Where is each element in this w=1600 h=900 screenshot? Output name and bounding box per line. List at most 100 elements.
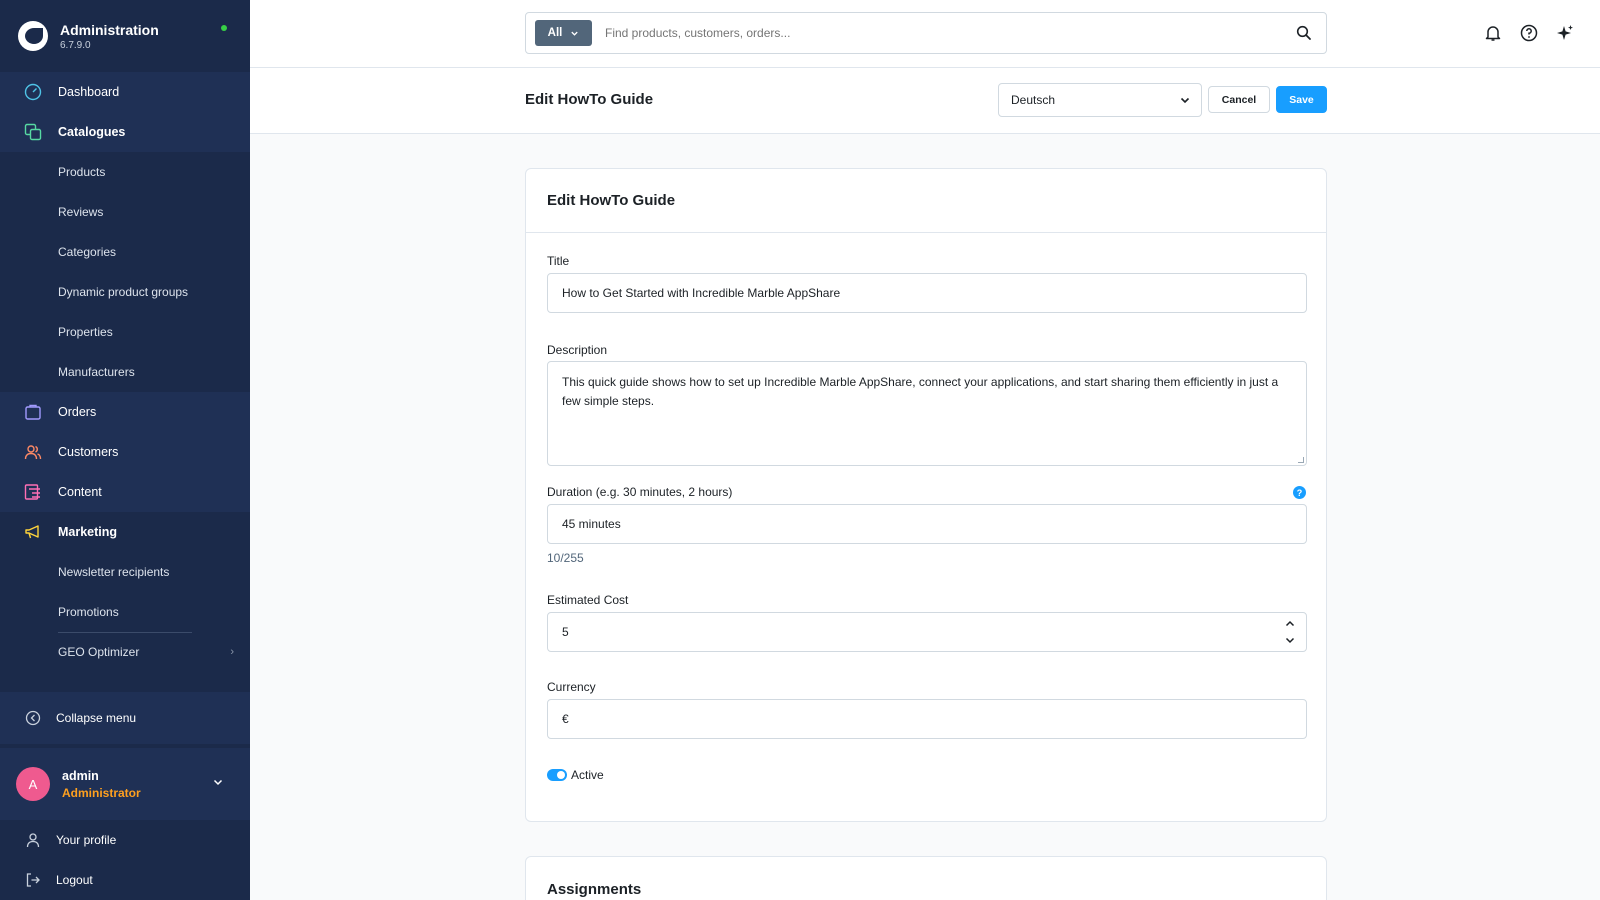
card-title: Edit HowTo Guide — [526, 169, 1326, 233]
sidebar-item-customers[interactable]: Customers — [0, 432, 250, 472]
avatar: A — [16, 767, 50, 801]
chevron-down-icon — [212, 776, 224, 791]
user-role: Administrator — [62, 785, 141, 800]
content-icon — [24, 483, 42, 501]
assignments-card: Assignments — [525, 856, 1327, 900]
sparkles-icon[interactable] — [1556, 24, 1574, 45]
sidebar-item-orders[interactable]: Orders — [0, 392, 250, 432]
top-icons — [1484, 24, 1574, 45]
brand: Administration 6.7.9.0 — [0, 0, 250, 72]
help-tooltip-icon[interactable]: ? — [1293, 486, 1306, 499]
sidebar-item-label: Promotions — [58, 605, 119, 619]
global-search: All — [525, 12, 1327, 54]
divider — [58, 632, 192, 633]
sidebar-item-products[interactable]: Products — [0, 152, 250, 192]
your-profile-label: Your profile — [56, 833, 117, 847]
logout-icon — [24, 871, 42, 889]
currency-label: Currency — [547, 680, 596, 694]
edit-howto-card: Edit HowTo Guide Title How to Get Starte… — [525, 168, 1327, 822]
search-input[interactable] — [605, 26, 1255, 40]
active-toggle[interactable] — [547, 769, 567, 781]
estimated-cost-label: Estimated Cost — [547, 593, 629, 607]
description-text: This quick guide shows how to set up Inc… — [562, 375, 1279, 408]
sidebar-item-catalogues[interactable]: Catalogues — [0, 112, 250, 152]
chevron-down-icon[interactable] — [1284, 634, 1296, 646]
sidebar-item-label: Catalogues — [58, 125, 126, 139]
assignments-title: Assignments — [547, 881, 642, 898]
user-icon — [24, 831, 42, 849]
description-field[interactable]: This quick guide shows how to set up Inc… — [547, 361, 1307, 466]
sidebar-item-marketing[interactable]: Marketing — [0, 512, 250, 552]
number-stepper — [1284, 618, 1296, 646]
page-header: Edit HowTo Guide Deutsch Cancel Save — [250, 68, 1600, 134]
character-counter: 10/255 — [547, 551, 584, 565]
user-menu[interactable]: A admin Administrator — [0, 748, 250, 820]
language-select-value: Deutsch — [1011, 93, 1056, 107]
active-toggle-row: Active — [547, 768, 604, 782]
sidebar-item-label: Reviews — [58, 205, 104, 219]
chevron-up-icon[interactable] — [1284, 618, 1296, 630]
sidebar-item-categories[interactable]: Categories — [0, 232, 250, 272]
sidebar-item-manufacturers[interactable]: Manufacturers — [0, 352, 250, 392]
bell-icon[interactable] — [1484, 24, 1502, 45]
search-type-label: All — [547, 27, 563, 39]
user-name: admin — [62, 768, 99, 783]
chevron-left-circle-icon — [24, 709, 42, 727]
sidebar-item-label: GEO Optimizer — [58, 645, 140, 659]
shopping-bag-icon — [24, 403, 42, 421]
megaphone-icon — [24, 523, 42, 541]
chevron-down-icon — [1179, 94, 1191, 109]
sidebar-item-label: Manufacturers — [58, 365, 135, 379]
estimated-cost-value: 5 — [562, 625, 569, 639]
sidebar-item-geo-optimizer[interactable]: GEO Optimizer › — [0, 632, 250, 672]
chevron-right-icon: › — [230, 646, 234, 658]
estimated-cost-field[interactable]: 5 — [547, 612, 1307, 652]
sidebar-item-content[interactable]: Content — [0, 472, 250, 512]
collapse-menu-button[interactable]: Collapse menu — [0, 692, 250, 744]
save-button[interactable]: Save — [1276, 86, 1327, 113]
sidebar-item-label: Newsletter recipients — [58, 565, 170, 579]
app-version: 6.7.9.0 — [60, 39, 91, 51]
sidebar-item-newsletter-recipients[interactable]: Newsletter recipients — [0, 552, 250, 592]
title-field[interactable]: How to Get Started with Incredible Marbl… — [547, 273, 1307, 313]
sidebar-item-label: Properties — [58, 325, 113, 339]
sidebar: Administration 6.7.9.0 Dashboard Catalog… — [0, 0, 250, 900]
title-label: Title — [547, 254, 570, 268]
duration-label: Duration (e.g. 30 minutes, 2 hours) — [547, 485, 733, 499]
help-icon[interactable] — [1520, 24, 1538, 45]
language-select[interactable]: Deutsch — [998, 83, 1202, 117]
sidebar-item-properties[interactable]: Properties — [0, 312, 250, 352]
sidebar-item-label: Products — [58, 165, 106, 179]
search-icon[interactable] — [1296, 25, 1312, 44]
sidebar-item-label: Customers — [58, 445, 119, 459]
sidebar-item-label: Marketing — [58, 525, 118, 539]
sidebar-item-label: Categories — [58, 245, 117, 259]
sidebar-item-label: Content — [58, 485, 102, 499]
duration-field[interactable]: 45 minutes — [547, 504, 1307, 544]
sidebar-item-label: Dynamic product groups — [58, 285, 189, 299]
logout-label: Logout — [56, 873, 93, 887]
sidebar-item-dashboard[interactable]: Dashboard — [0, 72, 250, 112]
status-dot-icon — [221, 25, 227, 31]
cancel-button[interactable]: Cancel — [1208, 86, 1270, 113]
top-bar: All — [250, 0, 1600, 68]
logout-link[interactable]: Logout — [0, 860, 250, 900]
sidebar-item-reviews[interactable]: Reviews — [0, 192, 250, 232]
resize-handle-icon[interactable] — [1298, 457, 1304, 463]
sidebar-item-label: Orders — [58, 405, 97, 419]
chevron-down-icon — [571, 31, 579, 36]
sidebar-item-dynamic-product-groups[interactable]: Dynamic product groups — [0, 272, 250, 312]
catalogue-icon — [24, 123, 42, 141]
search-type-dropdown[interactable]: All — [535, 20, 592, 46]
sidebar-item-label: Dashboard — [58, 85, 120, 99]
active-label: Active — [571, 768, 604, 782]
your-profile-link[interactable]: Your profile — [0, 820, 250, 860]
users-icon — [24, 443, 42, 461]
currency-field[interactable]: € — [547, 699, 1307, 739]
page-title: Edit HowTo Guide — [525, 91, 654, 108]
app-title: Administration — [60, 21, 159, 38]
sidebar-item-promotions[interactable]: Promotions — [0, 592, 250, 632]
main-nav: Dashboard Catalogues Products Reviews Ca… — [0, 72, 250, 672]
dashboard-icon — [24, 83, 42, 101]
description-label: Description — [547, 343, 608, 357]
